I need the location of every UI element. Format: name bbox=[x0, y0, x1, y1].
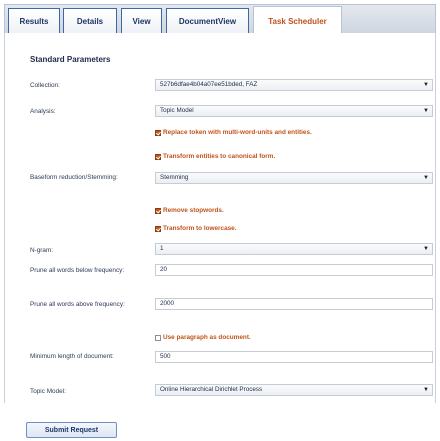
ngram-value: 1 bbox=[160, 245, 164, 252]
baseform-select[interactable]: Stemming ▼ bbox=[155, 172, 433, 184]
submit-request-button[interactable]: Submit Request bbox=[26, 422, 117, 438]
min-length-label: Minimum length of document: bbox=[30, 353, 114, 360]
prune-above-input[interactable]: 2000 bbox=[155, 298, 433, 310]
ngram-label: N-gram: bbox=[30, 247, 54, 254]
checkbox-unchecked-icon bbox=[155, 334, 161, 341]
baseform-label: Baseform reduction/Stemming: bbox=[30, 174, 118, 181]
checkbox-checked-icon bbox=[155, 225, 161, 232]
collection-select[interactable]: 527b6dfae4b04a07ee51bded, FAZ ▼ bbox=[155, 79, 433, 91]
dropdown-arrow-icon: ▼ bbox=[423, 387, 429, 393]
remove-stopwords-label: Remove stopwords. bbox=[163, 207, 224, 214]
topic-model-value: Online Hierarchical Dirichlet Process bbox=[160, 386, 263, 393]
remove-stopwords-checkbox[interactable]: Remove stopwords. bbox=[155, 207, 224, 214]
tab-task-scheduler[interactable]: Task Scheduler bbox=[253, 6, 342, 35]
replace-tokens-checkbox[interactable]: Replace token with multi-word-units and … bbox=[155, 129, 312, 136]
checkbox-checked-icon bbox=[155, 207, 161, 214]
baseform-value: Stemming bbox=[160, 174, 189, 181]
dropdown-arrow-icon: ▼ bbox=[423, 246, 429, 252]
use-paragraph-checkbox[interactable]: Use paragraph as document. bbox=[155, 334, 251, 341]
checkbox-checked-icon bbox=[155, 153, 161, 160]
topic-model-label: Topic Model: bbox=[30, 388, 66, 395]
section-title: Standard Parameters bbox=[30, 55, 111, 64]
prune-below-input[interactable]: 20 bbox=[155, 264, 433, 276]
dropdown-arrow-icon: ▼ bbox=[423, 82, 429, 88]
min-length-input[interactable]: 500 bbox=[155, 351, 433, 363]
prune-below-label: Prune all words below frequency: bbox=[30, 267, 125, 274]
transform-entities-label: Transform entities to canonical form. bbox=[163, 153, 276, 160]
transform-entities-checkbox[interactable]: Transform entities to canonical form. bbox=[155, 153, 275, 160]
collection-value: 527b6dfae4b04a07ee51bded, FAZ bbox=[160, 81, 258, 88]
lowercase-label: Transform to lowercase. bbox=[163, 225, 237, 232]
tab-view[interactable]: View bbox=[121, 8, 162, 34]
dropdown-arrow-icon: ▼ bbox=[423, 175, 429, 181]
replace-tokens-label: Replace token with multi-word-units and … bbox=[163, 129, 312, 136]
ngram-select[interactable]: 1 ▼ bbox=[155, 243, 433, 255]
tab-results[interactable]: Results bbox=[8, 8, 60, 34]
use-paragraph-label: Use paragraph as document. bbox=[163, 334, 251, 341]
tab-details[interactable]: Details bbox=[63, 8, 117, 34]
dropdown-arrow-icon: ▼ bbox=[423, 108, 429, 114]
tab-bar: Results Details View DocumentView Task S… bbox=[4, 4, 436, 35]
analysis-select[interactable]: Topic Model ▼ bbox=[155, 105, 433, 117]
prune-above-label: Prune all words above frequency: bbox=[30, 301, 125, 308]
analysis-value: Topic Model bbox=[160, 107, 194, 114]
checkbox-checked-icon bbox=[155, 129, 161, 136]
topic-model-select[interactable]: Online Hierarchical Dirichlet Process ▼ bbox=[155, 384, 433, 396]
collection-label: Collection: bbox=[30, 82, 60, 89]
lowercase-checkbox[interactable]: Transform to lowercase. bbox=[155, 225, 237, 232]
analysis-label: Analysis: bbox=[30, 108, 56, 115]
tab-documentview[interactable]: DocumentView bbox=[166, 8, 249, 34]
